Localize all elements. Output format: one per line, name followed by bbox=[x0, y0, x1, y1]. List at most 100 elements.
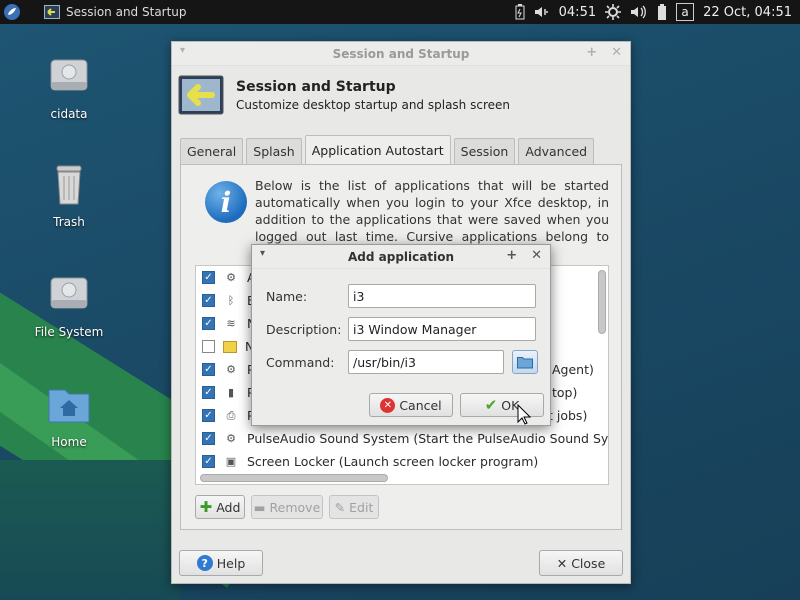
dialog-titlebar[interactable]: ▾ Add application + ✕ bbox=[252, 245, 550, 269]
add-button-label: Add bbox=[216, 499, 241, 515]
home-folder-icon bbox=[48, 389, 90, 423]
printer-icon: ⎙ bbox=[226, 408, 236, 422]
help-icon: ? bbox=[196, 555, 213, 571]
remove-button[interactable]: ▬ Remove bbox=[251, 495, 323, 519]
command-row: Command: bbox=[266, 350, 538, 374]
list-item[interactable]: ✓ ⚙ PulseAudio Sound System (Start the Pul… bbox=[196, 427, 608, 450]
speaker-icon[interactable] bbox=[630, 4, 648, 20]
keyboard-layout-label: a bbox=[681, 5, 689, 19]
checkbox[interactable]: ✓ bbox=[202, 363, 215, 376]
note-icon bbox=[223, 340, 237, 353]
edit-button[interactable]: ✎ Edit bbox=[329, 495, 379, 519]
dialog-title: Add application bbox=[348, 249, 454, 264]
window-titlebar[interactable]: ▾ Session and Startup + ✕ bbox=[172, 42, 630, 66]
clock-label[interactable]: 04:51 bbox=[559, 5, 596, 20]
list-item-label: PulseAudio Sound System (Start the Pulse… bbox=[247, 431, 609, 446]
battery-level-icon[interactable] bbox=[657, 3, 667, 21]
checkbox[interactable]: ✓ bbox=[202, 271, 215, 284]
date-time-label[interactable]: 22 Oct, 04:51 bbox=[703, 5, 792, 20]
add-button[interactable]: ✚ Add bbox=[195, 495, 245, 519]
tab-session[interactable]: Session bbox=[453, 138, 516, 164]
gear-icon: ⚙ bbox=[226, 363, 236, 376]
desktop-icon-label: Home bbox=[51, 435, 87, 449]
edit-icon: ✎ bbox=[334, 499, 346, 515]
window-title: Session and Startup bbox=[332, 46, 470, 61]
folder-icon bbox=[517, 356, 533, 368]
list-item-label-tail: Agent) bbox=[552, 362, 594, 377]
description-row: Description: bbox=[266, 317, 536, 341]
trash-icon bbox=[56, 165, 82, 205]
desktop-icon-home[interactable]: Home bbox=[24, 380, 114, 449]
name-label: Name: bbox=[266, 288, 308, 304]
tab-splash[interactable]: Splash bbox=[246, 138, 302, 164]
xfce-menu-icon[interactable] bbox=[0, 0, 24, 24]
checkbox[interactable]: ✓ bbox=[202, 317, 215, 330]
tab-application-autostart[interactable]: Application Autostart bbox=[304, 135, 451, 164]
plus-icon: ✚ bbox=[199, 498, 213, 516]
checkbox[interactable]: ✓ bbox=[202, 386, 215, 399]
browse-button[interactable] bbox=[512, 350, 538, 374]
mouse-pointer-icon bbox=[517, 404, 531, 425]
scrollbar-thumb[interactable] bbox=[598, 270, 606, 334]
window-menu-icon[interactable]: ▾ bbox=[260, 248, 265, 259]
list-item-label: Screen Locker (Launch screen locker prog… bbox=[247, 454, 539, 469]
maximize-icon[interactable]: + bbox=[506, 248, 517, 263]
taskbar-item-session-startup[interactable]: Session and Startup bbox=[38, 0, 193, 24]
checkbox[interactable]: ✓ bbox=[202, 294, 215, 307]
list-item-label-tail: t jobs) bbox=[548, 408, 588, 423]
description-label: Description: bbox=[266, 321, 342, 337]
name-field[interactable] bbox=[348, 284, 536, 308]
close-icon[interactable]: ✕ bbox=[611, 45, 622, 60]
cancel-icon: ✕ bbox=[380, 397, 396, 413]
list-item-label-tail: top) bbox=[552, 385, 578, 400]
system-tray: 04:51 a 22 Oct, 04:51 bbox=[515, 3, 800, 21]
checkmark-icon: ✔ bbox=[484, 396, 498, 414]
edit-button-label: Edit bbox=[349, 499, 374, 515]
vertical-scrollbar[interactable] bbox=[598, 270, 606, 470]
wallpaper-band bbox=[0, 460, 180, 600]
session-icon bbox=[44, 5, 60, 19]
checkbox[interactable]: ✓ bbox=[202, 409, 215, 422]
help-button[interactable]: ? Help bbox=[179, 550, 263, 576]
desktop-icon-trash[interactable]: Trash bbox=[24, 160, 114, 229]
taskbar-item-label: Session and Startup bbox=[66, 5, 187, 19]
window-menu-icon[interactable]: ▾ bbox=[180, 45, 185, 56]
cancel-button-label: Cancel bbox=[399, 397, 442, 413]
top-panel: Session and Startup 04:51 a 22 Oct, 04:5… bbox=[0, 0, 800, 24]
header-title: Session and Startup bbox=[236, 78, 396, 95]
close-icon[interactable]: ✕ bbox=[531, 248, 542, 263]
close-button[interactable]: ✕ Close bbox=[539, 550, 623, 576]
remove-button-label: Remove bbox=[269, 499, 321, 515]
horizontal-scrollbar[interactable] bbox=[200, 474, 388, 482]
checkbox[interactable]: ✓ bbox=[202, 432, 215, 445]
tab-general[interactable]: General bbox=[180, 138, 244, 164]
tab-advanced[interactable]: Advanced bbox=[518, 138, 595, 164]
tab-bar: General Splash Application Autostart Ses… bbox=[180, 135, 597, 164]
session-startup-icon bbox=[178, 75, 224, 115]
desktop-icon-label: cidata bbox=[50, 107, 88, 121]
audio-control-icon[interactable] bbox=[534, 4, 550, 20]
ok-button[interactable]: ✔ OK bbox=[460, 393, 544, 417]
desktop-icon-cidata[interactable]: cidata bbox=[24, 52, 114, 121]
help-button-label: Help bbox=[216, 555, 246, 571]
minus-icon: ▬ bbox=[253, 499, 266, 515]
battery-icon[interactable] bbox=[515, 4, 525, 20]
desktop-icon-label: File System bbox=[34, 325, 104, 339]
desktop-icon-file-system[interactable]: File System bbox=[24, 270, 114, 339]
wifi-icon: ≋ bbox=[226, 317, 236, 330]
maximize-icon[interactable]: + bbox=[586, 45, 597, 60]
close-icon: ✕ bbox=[556, 555, 568, 571]
keyboard-layout-indicator[interactable]: a bbox=[676, 3, 695, 21]
settings-icon[interactable] bbox=[605, 4, 622, 20]
cancel-button[interactable]: ✕ Cancel bbox=[369, 393, 453, 417]
add-application-dialog: ▾ Add application + ✕ Name: Description:… bbox=[251, 244, 551, 426]
checkbox[interactable] bbox=[202, 340, 215, 353]
window-header: Session and Startup Customize desktop st… bbox=[172, 66, 630, 124]
command-field[interactable] bbox=[348, 350, 504, 374]
description-field[interactable] bbox=[348, 317, 536, 341]
name-row: Name: bbox=[266, 284, 536, 308]
checkbox[interactable]: ✓ bbox=[202, 455, 215, 468]
gear-icon: ⚙ bbox=[226, 432, 236, 445]
info-icon: i bbox=[205, 181, 247, 223]
list-item[interactable]: ✓ ▣ Screen Locker (Launch screen locker pr… bbox=[196, 450, 608, 473]
